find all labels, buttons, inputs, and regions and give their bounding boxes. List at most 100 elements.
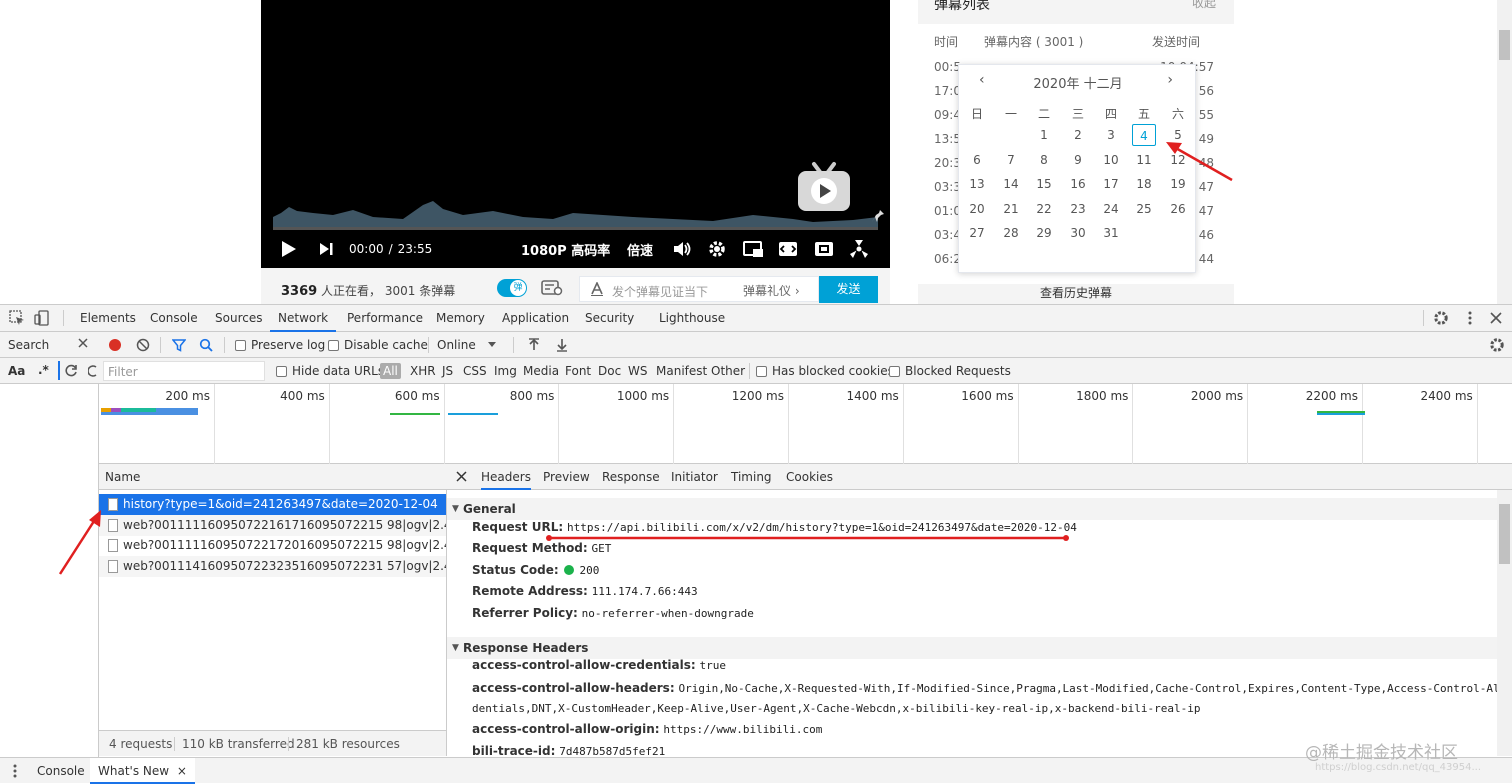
detail-tab-preview[interactable]: Preview <box>543 464 590 490</box>
filter-icon[interactable] <box>172 332 186 358</box>
inspect-element-icon[interactable] <box>9 310 25 326</box>
tab-elements[interactable]: Elements <box>72 305 144 332</box>
request-row[interactable]: web?001114160950722323516095072231 57|og… <box>99 555 446 577</box>
danmaku-etiquette-link[interactable]: 弹幕礼仪 › <box>743 282 800 299</box>
regex-toggle[interactable]: .* <box>38 363 49 377</box>
calendar-day[interactable]: 11 <box>1132 149 1156 171</box>
general-section-header[interactable]: ▼ General <box>447 498 1497 520</box>
settings-gear-icon[interactable] <box>708 233 726 265</box>
col-send-time-header[interactable]: 发送时间 <box>1152 33 1200 50</box>
calendar-day[interactable]: 31 <box>1099 222 1123 244</box>
calendar-day[interactable]: 2 <box>1066 124 1090 146</box>
danmaku-row-time[interactable]: 17:0 <box>934 84 961 98</box>
filter-type-img[interactable]: Img <box>494 358 517 384</box>
calendar-day[interactable]: 17 <box>1099 173 1123 195</box>
close-whats-new-icon[interactable]: × <box>177 764 187 778</box>
close-search-icon[interactable] <box>77 337 89 349</box>
filter-type-doc[interactable]: Doc <box>598 358 621 384</box>
filter-type-manifest[interactable]: Manifest <box>656 358 707 384</box>
calendar-day[interactable]: 20 <box>965 198 989 220</box>
quality-button[interactable]: 1080P 高码率 <box>521 233 610 265</box>
danmaku-settings-icon[interactable] <box>541 280 563 296</box>
network-settings-gear-icon[interactable] <box>1489 332 1505 358</box>
calendar-day[interactable]: 3 <box>1099 124 1123 146</box>
calendar-day[interactable]: 15 <box>1032 173 1056 195</box>
request-row[interactable]: web?001111160950722172016095072215 98|og… <box>99 535 446 556</box>
disable-cache-checkbox[interactable]: Disable cache <box>328 332 428 358</box>
filter-type-font[interactable]: Font <box>565 358 591 384</box>
calendar-day[interactable]: 13 <box>965 173 989 195</box>
date-picker[interactable]: ‹ 2020年 十二月 › 日一二三四五六 1 2 3 4 5 6 7 8 9 10 11 12 13 1… <box>958 64 1196 273</box>
preserve-log-checkbox[interactable]: Preserve log <box>235 332 325 358</box>
calendar-day[interactable]: 29 <box>1032 222 1056 244</box>
speed-button[interactable]: 倍速 <box>627 233 653 265</box>
danmaku-row-time[interactable]: 20:3 <box>934 156 961 170</box>
request-row[interactable]: web?001111160950722161716095072215 98|og… <box>99 514 446 536</box>
calendar-day-selected[interactable]: 4 <box>1132 124 1156 146</box>
calendar-day[interactable]: 16 <box>1066 173 1090 195</box>
calendar-day[interactable]: 18 <box>1132 173 1156 195</box>
page-scrollbar-thumb[interactable] <box>1499 30 1510 60</box>
detail-scrollbar-thumb[interactable] <box>1499 504 1510 564</box>
danmaku-row-time[interactable]: 13:5 <box>934 132 961 146</box>
detail-tab-cookies[interactable]: Cookies <box>786 464 833 490</box>
calendar-day[interactable]: 12 <box>1166 149 1190 171</box>
response-headers-section-header[interactable]: ▼ Response Headers <box>447 637 1497 659</box>
volume-icon[interactable] <box>673 233 691 265</box>
view-history-danmaku-button[interactable]: 查看历史弹幕 <box>918 284 1234 304</box>
blocked-requests-checkbox[interactable]: Blocked Requests <box>889 358 1011 384</box>
widescreen-icon[interactable] <box>778 233 798 265</box>
calendar-day[interactable]: 23 <box>1066 198 1090 220</box>
danmaku-row-time[interactable]: 03:3 <box>934 180 961 194</box>
tab-application[interactable]: Application <box>494 305 577 332</box>
calendar-day[interactable]: 24 <box>1099 198 1123 220</box>
filter-type-js[interactable]: JS <box>442 358 453 384</box>
export-har-icon[interactable] <box>555 332 569 358</box>
tab-security[interactable]: Security <box>577 305 642 332</box>
pip-icon[interactable] <box>743 233 763 265</box>
tab-network[interactable]: Network <box>270 305 337 332</box>
calendar-day[interactable]: 5 <box>1166 124 1190 146</box>
danmaku-row-time[interactable]: 09:4 <box>934 108 961 122</box>
col-time-header[interactable]: 时间 <box>934 33 958 50</box>
close-devtools-icon[interactable] <box>1488 310 1504 326</box>
throttle-select[interactable]: Online <box>437 332 503 358</box>
danmaku-row-time[interactable]: 06:2 <box>934 252 961 266</box>
tab-performance[interactable]: Performance <box>339 305 431 332</box>
detail-tab-initiator[interactable]: Initiator <box>671 464 718 490</box>
calendar-day[interactable]: 25 <box>1132 198 1156 220</box>
device-toolbar-icon[interactable] <box>34 310 50 326</box>
filter-input[interactable]: Filter <box>103 361 265 381</box>
drawer-menu-icon[interactable] <box>9 763 21 779</box>
network-timeline-overview[interactable]: 200 ms 400 ms 600 ms 800 ms 1000 ms 1200 ms 14… <box>99 384 1512 464</box>
close-detail-icon[interactable] <box>456 471 467 482</box>
hide-data-urls-checkbox[interactable]: Hide data URLs <box>276 358 384 384</box>
next-icon[interactable] <box>319 233 333 265</box>
search-icon[interactable] <box>199 332 213 358</box>
video-player[interactable]: 00:00 / 23:55 1080P 高码率 倍速 <box>261 0 890 268</box>
filter-type-media[interactable]: Media <box>523 358 559 384</box>
danmaku-row-time[interactable]: 01:0 <box>934 204 961 218</box>
page-scrollbar[interactable] <box>1497 0 1512 304</box>
tab-lighthouse[interactable]: Lighthouse <box>651 305 733 332</box>
fullscreen-fan-icon[interactable] <box>849 233 869 265</box>
send-danmaku-button[interactable]: 发送 <box>819 276 878 303</box>
name-column-header[interactable]: Name <box>99 464 447 490</box>
calendar-day[interactable]: 27 <box>965 222 989 244</box>
import-har-icon[interactable] <box>527 332 541 358</box>
request-row[interactable]: history?type=1&oid=241263497&date=2020-1… <box>99 494 446 515</box>
detail-tab-headers[interactable]: Headers <box>481 464 531 490</box>
tab-memory[interactable]: Memory <box>428 305 493 332</box>
detail-tab-timing[interactable]: Timing <box>731 464 772 490</box>
font-style-icon[interactable] <box>590 282 604 296</box>
filter-type-other[interactable]: Other <box>711 358 745 384</box>
progress-bar[interactable] <box>273 227 878 230</box>
drawer-tab-whats-new[interactable]: What's New × <box>90 758 195 784</box>
calendar-day[interactable]: 30 <box>1066 222 1090 244</box>
has-blocked-cookies-checkbox[interactable]: Has blocked cookies <box>756 358 894 384</box>
detail-scrollbar[interactable] <box>1497 490 1512 756</box>
clear-icon[interactable] <box>136 332 150 358</box>
play-icon[interactable] <box>281 233 297 265</box>
filter-type-css[interactable]: CSS <box>463 358 487 384</box>
filter-type-all[interactable]: All <box>380 363 401 379</box>
